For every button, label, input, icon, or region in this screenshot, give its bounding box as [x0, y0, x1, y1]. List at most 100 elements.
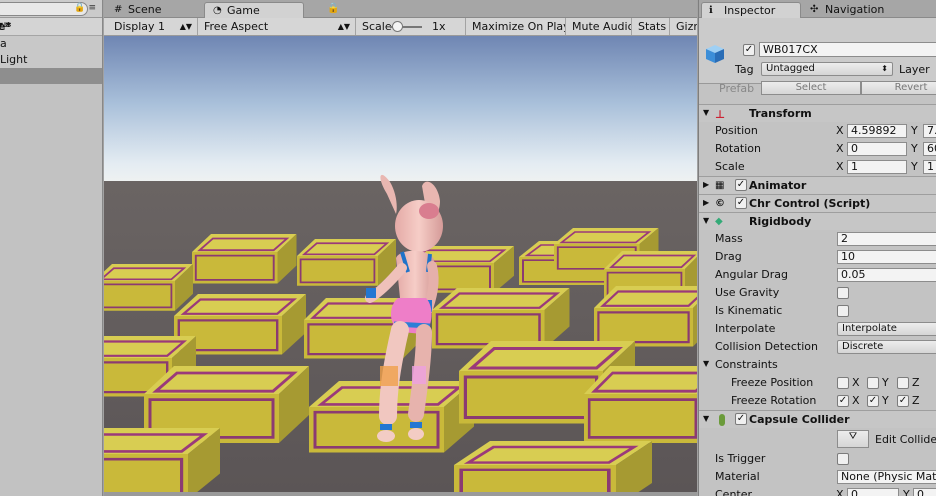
- animator-header[interactable]: ▶ ▦ ✓ Animator: [699, 176, 936, 194]
- hierarchy-item[interactable]: a: [0, 36, 102, 52]
- display-dropdown[interactable]: Display 1 ▲▼: [108, 18, 198, 35]
- position-y-input[interactable]: 7.: [923, 124, 936, 138]
- scale-label: Scale: [715, 160, 745, 173]
- interpolate-dropdown[interactable]: Interpolate: [837, 322, 936, 336]
- axis-x-label: X: [836, 142, 844, 155]
- freeze-position-y-checkbox[interactable]: [867, 377, 879, 389]
- animator-enabled-checkbox[interactable]: ✓: [735, 179, 747, 191]
- hierarchy-item[interactable]: Light: [0, 52, 102, 68]
- foldout-arrow-icon[interactable]: ▶: [703, 198, 709, 207]
- tag-dropdown[interactable]: Untagged ⬍: [761, 62, 893, 76]
- hierarchy-item-label: Light: [0, 53, 28, 66]
- object-name-value: WB017CX: [763, 43, 818, 56]
- box: [191, 233, 298, 285]
- angular-drag-input[interactable]: 0.05: [837, 268, 936, 282]
- tag-label: Tag: [735, 63, 754, 76]
- foldout-arrow-icon[interactable]: ▼: [703, 108, 709, 117]
- freeze-position-x-checkbox[interactable]: [837, 377, 849, 389]
- prefab-select-button[interactable]: Select: [761, 81, 861, 95]
- is-kinematic-checkbox[interactable]: [837, 305, 849, 317]
- viewport-scrollbar[interactable]: [104, 492, 697, 496]
- freeze-rotation-x-checkbox[interactable]: ✓: [837, 395, 849, 407]
- lock-icon[interactable]: 🔒 ≡: [74, 3, 96, 13]
- foldout-arrow-icon[interactable]: ▼: [703, 216, 709, 225]
- rotation-label: Rotation: [715, 142, 762, 155]
- foldout-arrow-icon[interactable]: ▼: [703, 359, 709, 368]
- center-x-value: 0: [851, 488, 858, 496]
- mute-audio-toggle[interactable]: Mute Audio: [566, 18, 632, 35]
- constraints-row[interactable]: ▼ Constraints: [699, 356, 936, 374]
- tab-navigation-label: Navigation: [825, 3, 885, 16]
- maximize-on-play-toggle[interactable]: Maximize On Play: [466, 18, 566, 35]
- rigidbody-icon: ◆: [715, 216, 723, 227]
- tab-scene[interactable]: # Scene: [106, 2, 202, 18]
- material-field[interactable]: None (Physic Mat: [837, 470, 936, 484]
- rigidbody-header[interactable]: ▼ ◆ Rigidbody: [699, 212, 936, 230]
- center-y-input[interactable]: 0.: [913, 488, 936, 496]
- freeze-rotation-z-checkbox[interactable]: ✓: [897, 395, 909, 407]
- chr-control-title: Chr Control (Script): [749, 197, 871, 210]
- box: [582, 364, 697, 445]
- center-label: Center: [715, 488, 753, 496]
- dropdown-arrow-icon: ▲▼: [179, 22, 192, 31]
- is-trigger-checkbox[interactable]: [837, 453, 849, 465]
- tab-navigation[interactable]: ✣ Navigation: [803, 2, 936, 18]
- aspect-dropdown[interactable]: Free Aspect ▲▼: [198, 18, 356, 35]
- drag-input[interactable]: 10: [837, 250, 936, 264]
- rotation-row: Rotation X 0 Y 60: [699, 140, 936, 158]
- scene-menu-icon[interactable]: ▾≡: [0, 20, 96, 31]
- edit-collider-button[interactable]: ⛛: [837, 430, 869, 448]
- tab-inspector[interactable]: ℹ Inspector: [701, 2, 801, 18]
- collision-detection-dropdown[interactable]: Discrete: [837, 340, 936, 354]
- gizmos-label: Gizm: [676, 20, 697, 33]
- position-label: Position: [715, 124, 758, 137]
- axis-z-label: Z: [912, 376, 920, 389]
- gizmos-dropdown[interactable]: Gizm: [670, 18, 697, 35]
- dropdown-arrow-icon: ⬍: [881, 64, 888, 73]
- rotation-y-input[interactable]: 60: [923, 142, 936, 156]
- mute-label: Mute Audio: [572, 20, 632, 33]
- scale-slider[interactable]: Scale 1x: [356, 18, 466, 35]
- chr-control-enabled-checkbox[interactable]: ✓: [735, 197, 747, 209]
- center-x-input[interactable]: 0: [847, 488, 899, 496]
- hierarchy-item-selected[interactable]: [0, 68, 102, 84]
- use-gravity-checkbox[interactable]: [837, 287, 849, 299]
- angular-drag-label: Angular Drag: [715, 268, 788, 281]
- object-name-input[interactable]: WB017CX: [759, 42, 936, 57]
- capsule-collider-header[interactable]: ▼ ✓ Capsule Collider: [699, 410, 936, 428]
- center-row: Center X 0 Y 0.: [699, 486, 936, 496]
- rigidbody-title: Rigidbody: [749, 215, 812, 228]
- capsule-collider-title: Capsule Collider: [749, 413, 850, 426]
- transform-header[interactable]: ▼ ⊥ Transform: [699, 104, 936, 122]
- edit-collider-label: Edit Collide: [875, 433, 936, 446]
- freeze-rotation-y-checkbox[interactable]: ✓: [867, 395, 879, 407]
- layer-label: Layer: [899, 63, 930, 76]
- position-x-input[interactable]: 4.59892: [847, 124, 907, 138]
- collision-detection-row: Collision Detection Discrete: [699, 338, 936, 356]
- stats-toggle[interactable]: Stats: [632, 18, 670, 35]
- foldout-arrow-icon[interactable]: ▼: [703, 414, 709, 423]
- active-checkbox[interactable]: ✓: [743, 44, 755, 56]
- lock-icon[interactable]: 🔒: [327, 3, 339, 14]
- position-y-value: 7.: [927, 124, 936, 137]
- freeze-position-z-checkbox[interactable]: [897, 377, 909, 389]
- foldout-arrow-icon[interactable]: ▶: [703, 180, 709, 189]
- scale-x-input[interactable]: 1: [847, 160, 907, 174]
- scale-y-input[interactable]: 1: [923, 160, 936, 174]
- mass-row: Mass 2: [699, 230, 936, 248]
- prefab-revert-button[interactable]: Revert: [861, 81, 936, 95]
- interpolate-row: Interpolate Interpolate: [699, 320, 936, 338]
- mass-input[interactable]: 2: [837, 232, 936, 246]
- scale-slider-knob[interactable]: [392, 21, 403, 32]
- chr-control-header[interactable]: ▶ © ✓ Chr Control (Script): [699, 194, 936, 212]
- object-header: ✓ WB017CX Tag Untagged ⬍ Layer Prefab Sel…: [699, 18, 936, 95]
- tab-game[interactable]: ◔ Game: [204, 2, 304, 18]
- rotation-x-input[interactable]: 0: [847, 142, 907, 156]
- axis-x-label: X: [836, 160, 844, 173]
- box: [452, 439, 654, 492]
- game-render: [104, 36, 697, 492]
- capsule-collider-enabled-checkbox[interactable]: ✓: [735, 413, 747, 425]
- scene-header[interactable]: e* ▾≡: [0, 18, 102, 36]
- game-viewport[interactable]: [104, 36, 697, 492]
- box: [430, 286, 571, 350]
